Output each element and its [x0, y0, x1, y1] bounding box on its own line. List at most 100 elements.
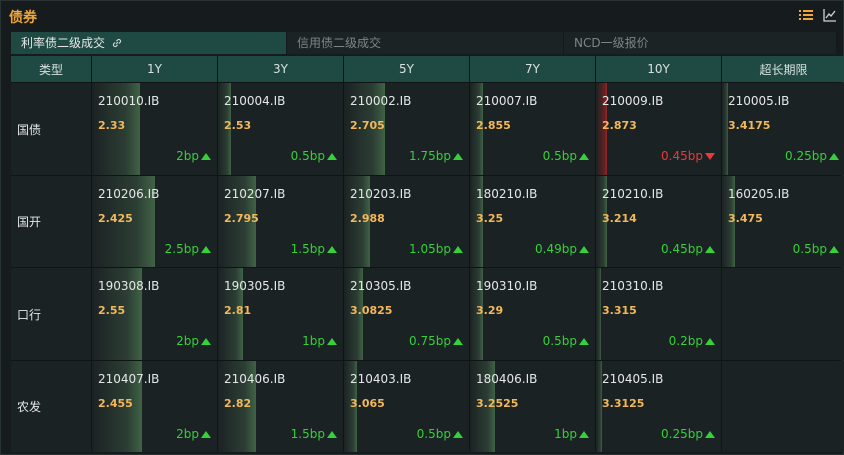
bond-cell[interactable]: 210203.IB 2.988 1.05bp: [344, 176, 469, 267]
bond-cell[interactable]: 160205.IB 3.475 0.5bp: [722, 176, 844, 267]
tab-label: 利率债二级成交: [21, 36, 106, 50]
bond-cell[interactable]: 210005.IB 3.4175 0.25bp: [722, 83, 844, 175]
change-value: 0.5bp: [290, 149, 325, 163]
bond-cell[interactable]: 210405.IB 3.3125 0.25bp: [596, 361, 721, 452]
bond-cell[interactable]: 190305.IB 2.81 1bp: [218, 268, 343, 360]
tab-ncd-primary-quote[interactable]: NCD一级报价: [564, 32, 837, 54]
change-value: 0.5bp: [542, 149, 577, 163]
bond-yield: 2.795: [224, 212, 259, 225]
triangle-up-icon: [705, 245, 715, 253]
bond-panel: 债券 利率债二级成交 信用债二级成交 NCD一级报价 类型 1Y 3Y 5Y 7…: [0, 0, 844, 455]
bond-cell[interactable]: 210210.IB 3.214 0.45bp: [596, 176, 721, 267]
bond-code: 190308.IB: [98, 279, 160, 293]
change-value: 0.25bp: [785, 149, 827, 163]
yield-change: 0.5bp: [793, 242, 839, 256]
bond-code: 210005.IB: [728, 94, 790, 108]
bond-cell[interactable]: 210002.IB 2.705 1.75bp: [344, 83, 469, 175]
bond-yield: 2.33: [98, 119, 126, 132]
bond-cell[interactable]: 210403.IB 3.065 0.5bp: [344, 361, 469, 452]
bond-code: 210305.IB: [350, 279, 412, 293]
column-header[interactable]: 5Y: [344, 56, 469, 82]
bond-cell[interactable]: 180406.IB 3.2525 1bp: [470, 361, 595, 452]
tab-bar: 利率债二级成交 信用债二级成交 NCD一级报价: [11, 32, 837, 54]
column-header[interactable]: 7Y: [470, 56, 595, 82]
tab-rate-bond-secondary[interactable]: 利率债二级成交: [11, 32, 287, 54]
triangle-up-icon: [327, 337, 337, 345]
change-value: 2bp: [176, 427, 199, 441]
bond-code: 180406.IB: [476, 372, 538, 386]
triangle-up-icon: [453, 337, 463, 345]
triangle-up-icon: [579, 337, 589, 345]
list-icon[interactable]: [799, 8, 813, 22]
change-value: 0.45bp: [661, 149, 703, 163]
yield-change: 0.49bp: [535, 242, 589, 256]
bond-yield: 3.4175: [728, 119, 771, 132]
bond-code: 210210.IB: [602, 187, 664, 201]
bond-cell[interactable]: 210004.IB 2.53 0.5bp: [218, 83, 343, 175]
column-header[interactable]: 10Y: [596, 56, 721, 82]
bond-yield: 2.82: [224, 397, 252, 410]
bond-code: 210203.IB: [350, 187, 412, 201]
triangle-up-icon: [705, 430, 715, 438]
triangle-up-icon: [201, 337, 211, 345]
bond-cell[interactable]: 210007.IB 2.855 0.5bp: [470, 83, 595, 175]
column-header[interactable]: 1Y: [92, 56, 217, 82]
change-level-bar: [596, 268, 601, 360]
bond-yield: 2.988: [350, 212, 385, 225]
bond-cell[interactable]: 210009.IB 2.873 0.45bp: [596, 83, 721, 175]
triangle-up-icon: [579, 430, 589, 438]
bond-cell[interactable]: 210305.IB 3.0825 0.75bp: [344, 268, 469, 360]
triangle-up-icon: [579, 245, 589, 253]
line-chart-icon[interactable]: [823, 8, 837, 22]
yield-change: 1.05bp: [409, 242, 463, 256]
bond-yield: 2.873: [602, 119, 637, 132]
row-label: 农发: [11, 361, 91, 452]
bond-cell[interactable]: 190308.IB 2.55 2bp: [92, 268, 217, 360]
bond-yield: 2.53: [224, 119, 252, 132]
triangle-up-icon: [829, 245, 839, 253]
bond-code: 210206.IB: [98, 187, 160, 201]
column-header[interactable]: 超长期限: [722, 56, 844, 82]
bond-yield: 2.455: [98, 397, 133, 410]
bond-yield: 3.3125: [602, 397, 645, 410]
tab-credit-bond-secondary[interactable]: 信用债二级成交: [287, 32, 564, 54]
change-value: 1.5bp: [290, 427, 325, 441]
change-value: 0.45bp: [661, 242, 703, 256]
column-header[interactable]: 3Y: [218, 56, 343, 82]
bond-yield: 2.81: [224, 304, 252, 317]
bond-code: 210406.IB: [224, 372, 286, 386]
row-label: 口行: [11, 268, 91, 360]
triangle-up-icon: [705, 337, 715, 345]
link-icon[interactable]: [111, 37, 123, 49]
bond-cell[interactable]: 190310.IB 3.29 0.5bp: [470, 268, 595, 360]
yield-change: 0.25bp: [661, 427, 715, 441]
bond-cell[interactable]: 210206.IB 2.425 2.5bp: [92, 176, 217, 267]
change-value: 0.5bp: [542, 334, 577, 348]
triangle-up-icon: [453, 430, 463, 438]
bond-cell[interactable]: 210207.IB 2.795 1.5bp: [218, 176, 343, 267]
change-value: 1.05bp: [409, 242, 451, 256]
bond-code: 180210.IB: [476, 187, 538, 201]
change-value: 1.5bp: [290, 242, 325, 256]
bond-cell[interactable]: 210310.IB 3.315 0.2bp: [596, 268, 721, 360]
bond-yield: 3.25: [476, 212, 504, 225]
yield-change: 0.45bp: [661, 242, 715, 256]
bond-cell[interactable]: 210010.IB 2.33 2bp: [92, 83, 217, 175]
bond-yield: 3.2525: [476, 397, 519, 410]
bond-cell[interactable]: 210406.IB 2.82 1.5bp: [218, 361, 343, 452]
yield-change: 2bp: [176, 149, 211, 163]
triangle-up-icon: [327, 152, 337, 160]
yield-change: 1.5bp: [291, 427, 337, 441]
panel-title: 债券: [9, 10, 37, 26]
triangle-down-icon: [705, 152, 715, 160]
bond-cell[interactable]: 210407.IB 2.455 2bp: [92, 361, 217, 452]
bond-code: 210009.IB: [602, 94, 664, 108]
yield-change: 0.5bp: [291, 149, 337, 163]
bond-yield-grid: 类型 1Y 3Y 5Y 7Y 10Y 超长期限 国债 210010.IB 2.33 2bp 2100…: [11, 56, 844, 452]
bond-code: 210310.IB: [602, 279, 664, 293]
yield-change: 0.5bp: [417, 427, 463, 441]
bond-code: 160205.IB: [728, 187, 790, 201]
tab-label: 信用债二级成交: [297, 36, 382, 50]
bond-code: 210004.IB: [224, 94, 286, 108]
bond-cell[interactable]: 180210.IB 3.25 0.49bp: [470, 176, 595, 267]
